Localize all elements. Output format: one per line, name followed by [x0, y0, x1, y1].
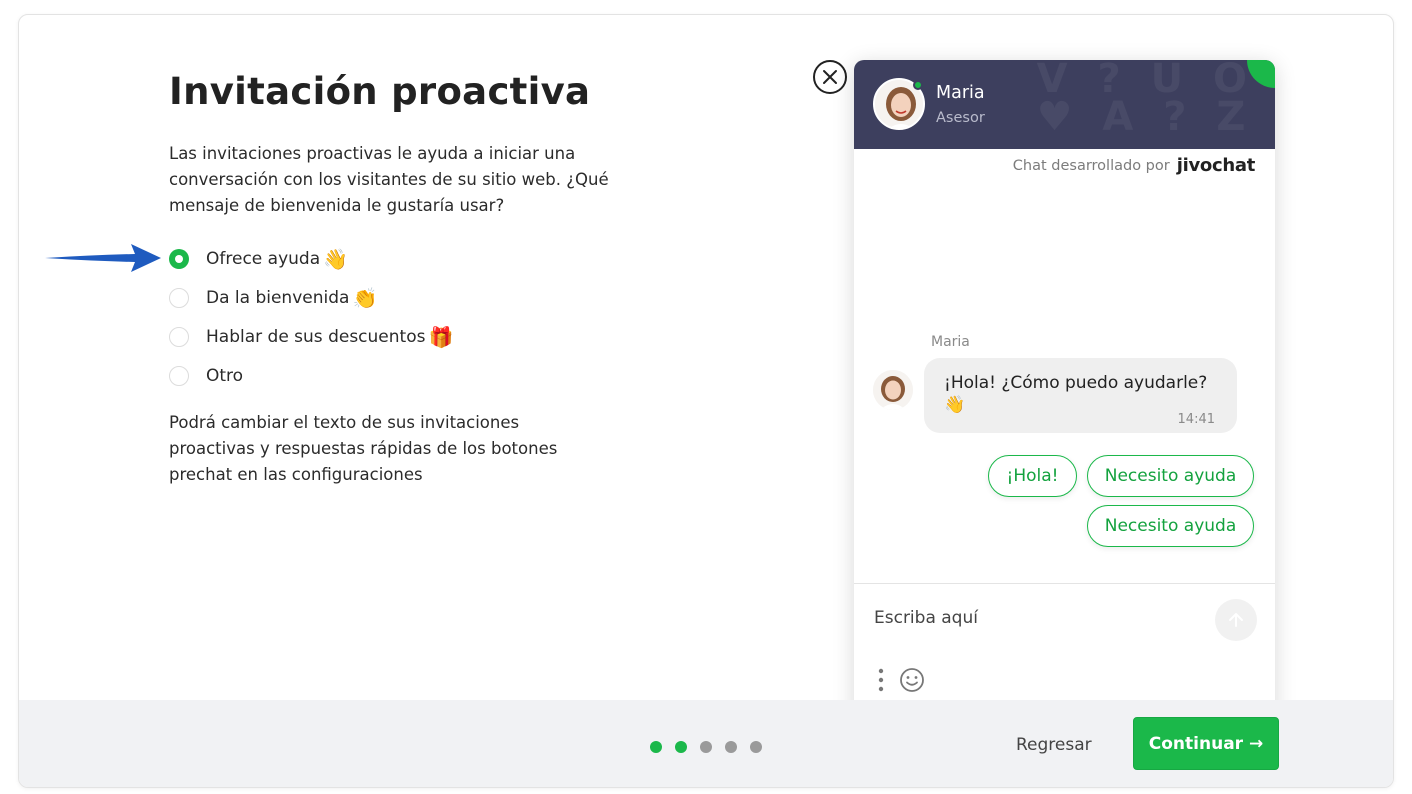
input-divider: [854, 583, 1275, 584]
quick-reply-button[interactable]: Necesito ayuda: [1087, 455, 1254, 497]
option-label: Ofrece ayuda: [206, 248, 321, 269]
continue-button[interactable]: Continuar →: [1133, 717, 1279, 770]
quick-reply-button[interactable]: ¡Hola!: [988, 455, 1077, 497]
radio-button[interactable]: [169, 287, 189, 308]
agent-role: Asesor: [936, 110, 985, 126]
avatar: [873, 370, 913, 410]
step-dot: [650, 741, 662, 753]
message-text: ¡Hola! ¿Cómo puedo ayudarle?: [944, 373, 1208, 393]
wizard-card: Invitación proactiva Las invitaciones pr…: [18, 14, 1394, 788]
waving-hand-icon: 👋: [323, 246, 349, 271]
agent-name: Maria: [936, 83, 985, 103]
header-pattern: V ? U O ♥ A ? Z: [1036, 60, 1255, 140]
close-icon: [823, 70, 837, 84]
option-da-la-bienvenida[interactable]: Da la bienvenida 👏: [169, 278, 453, 317]
radio-button[interactable]: [169, 365, 189, 386]
page-title: Invitación proactiva: [169, 70, 591, 113]
close-button[interactable]: [813, 60, 847, 94]
step-dot: [725, 741, 737, 753]
online-status-dot: [913, 80, 923, 90]
option-label: Otro: [206, 365, 244, 386]
waving-hand-icon: 👋: [944, 395, 966, 415]
powered-by-text: Chat desarrollado por: [1012, 157, 1170, 174]
option-label: Da la bienvenida: [206, 287, 350, 308]
clapping-hands-icon: 👏: [352, 285, 378, 310]
step-dot: [700, 741, 712, 753]
more-vertical-icon[interactable]: [877, 668, 885, 692]
smile-icon[interactable]: [899, 667, 925, 693]
message-input[interactable]: Escriba aquí: [874, 608, 978, 628]
chat-widget-preview: V ? U O ♥ A ? Z Maria Asesor Chat desarro…: [854, 60, 1275, 760]
greeting-options: Ofrece ayuda 👋 Da la bienvenida 👏 Hablar…: [169, 239, 453, 395]
powered-by: Chat desarrollado por jivochat: [1012, 155, 1256, 176]
option-otro[interactable]: Otro: [169, 356, 453, 395]
back-button[interactable]: Regresar: [1016, 735, 1092, 755]
page-description: Las invitaciones proactivas le ayuda a i…: [169, 144, 609, 215]
gift-icon: 🎁: [428, 324, 454, 349]
option-descuentos[interactable]: Hablar de sus descuentos 🎁: [169, 317, 453, 356]
arrow-up-icon: [1229, 613, 1243, 627]
settings-note: Podrá cambiar el texto de sus invitacion…: [169, 413, 558, 484]
message-sender: Maria: [931, 334, 970, 350]
radio-button[interactable]: [169, 326, 189, 347]
wizard-footer: Regresar Continuar →: [19, 700, 1393, 787]
quick-reply-button[interactable]: Necesito ayuda: [1087, 505, 1254, 547]
message-time: 14:41: [1177, 412, 1215, 427]
chat-header: V ? U O ♥ A ? Z Maria Asesor: [854, 60, 1275, 149]
radio-button[interactable]: [169, 248, 189, 269]
arrow-right-icon: [45, 244, 161, 272]
chat-message-bubble: ¡Hola! ¿Cómo puedo ayudarle? 👋 14:41: [924, 358, 1237, 433]
step-dot: [750, 741, 762, 753]
option-label: Hablar de sus descuentos: [206, 326, 426, 347]
option-ofrece-ayuda[interactable]: Ofrece ayuda 👋: [169, 239, 453, 278]
send-button[interactable]: [1215, 599, 1257, 641]
step-dot: [675, 741, 687, 753]
jivochat-logo: jivochat: [1176, 155, 1256, 176]
